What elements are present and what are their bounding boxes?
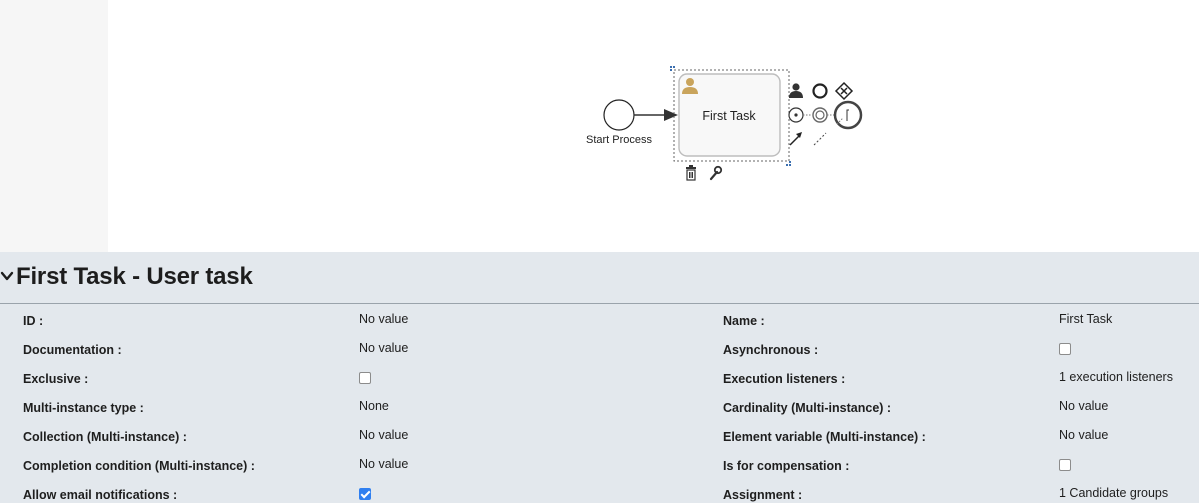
email-notifications-checkbox[interactable] bbox=[359, 488, 371, 500]
property-value[interactable]: No value bbox=[359, 341, 408, 355]
exclusive-checkbox[interactable] bbox=[359, 372, 371, 384]
left-gutter bbox=[0, 0, 108, 252]
asynchronous-checkbox[interactable] bbox=[1059, 343, 1071, 355]
property-row: Exclusive : Execution listeners : 1 exec… bbox=[0, 363, 1199, 392]
properties-panel: First Task - User task ID : No value Nam… bbox=[0, 252, 1199, 503]
property-value[interactable]: 1 execution listeners bbox=[1059, 370, 1173, 384]
properties-header: First Task - User task bbox=[0, 252, 1199, 304]
property-label: Collection (Multi-instance) : bbox=[23, 430, 187, 444]
start-event[interactable] bbox=[603, 99, 635, 131]
property-value[interactable]: First Task bbox=[1059, 312, 1112, 326]
property-value[interactable]: None bbox=[359, 399, 389, 413]
property-row: Allow email notifications : Assignment :… bbox=[0, 479, 1199, 503]
property-label: Cardinality (Multi-instance) : bbox=[723, 401, 892, 415]
property-label: ID : bbox=[23, 314, 44, 328]
property-row: Completion condition (Multi-instance) : … bbox=[0, 450, 1199, 479]
property-label: Element variable (Multi-instance) : bbox=[723, 430, 926, 444]
user-task[interactable] bbox=[678, 73, 781, 157]
property-row: Multi-instance type : None Cardinality (… bbox=[0, 392, 1199, 421]
add-boundary-event-icon[interactable] bbox=[812, 107, 828, 123]
property-label: Allow email notifications : bbox=[23, 488, 178, 502]
property-label: Asynchronous : bbox=[723, 343, 819, 357]
property-row: Documentation : No value Asynchronous : bbox=[0, 334, 1199, 363]
property-value[interactable]: No value bbox=[359, 312, 408, 326]
panel-title: First Task - User task bbox=[16, 263, 253, 290]
property-label: Completion condition (Multi-instance) : bbox=[23, 459, 255, 473]
property-label: Name : bbox=[723, 314, 765, 328]
property-label: Assignment : bbox=[723, 488, 803, 502]
delete-icon[interactable] bbox=[686, 165, 696, 181]
property-row: ID : No value Name : First Task bbox=[0, 305, 1199, 334]
property-label: Exclusive : bbox=[23, 372, 89, 386]
add-intermediate-event-icon[interactable] bbox=[788, 107, 804, 123]
property-value[interactable]: 1 Candidate groups bbox=[1059, 486, 1168, 500]
property-value[interactable]: No value bbox=[1059, 399, 1108, 413]
property-label: Execution listeners : bbox=[723, 372, 846, 386]
property-label: Documentation : bbox=[23, 343, 122, 357]
property-row: Collection (Multi-instance) : No value E… bbox=[0, 421, 1199, 450]
property-value[interactable]: No value bbox=[359, 428, 408, 442]
properties-grid: ID : No value Name : First Task Document… bbox=[0, 305, 1199, 503]
compensation-checkbox[interactable] bbox=[1059, 459, 1071, 471]
chevron-down-icon[interactable] bbox=[0, 269, 14, 283]
add-end-event-thick-icon[interactable] bbox=[833, 100, 863, 130]
property-value[interactable]: No value bbox=[359, 457, 408, 471]
diagram-canvas[interactable] bbox=[108, 0, 1199, 252]
property-value[interactable]: No value bbox=[1059, 428, 1108, 442]
property-label: Is for compensation : bbox=[723, 459, 850, 473]
property-label: Multi-instance type : bbox=[23, 401, 144, 415]
